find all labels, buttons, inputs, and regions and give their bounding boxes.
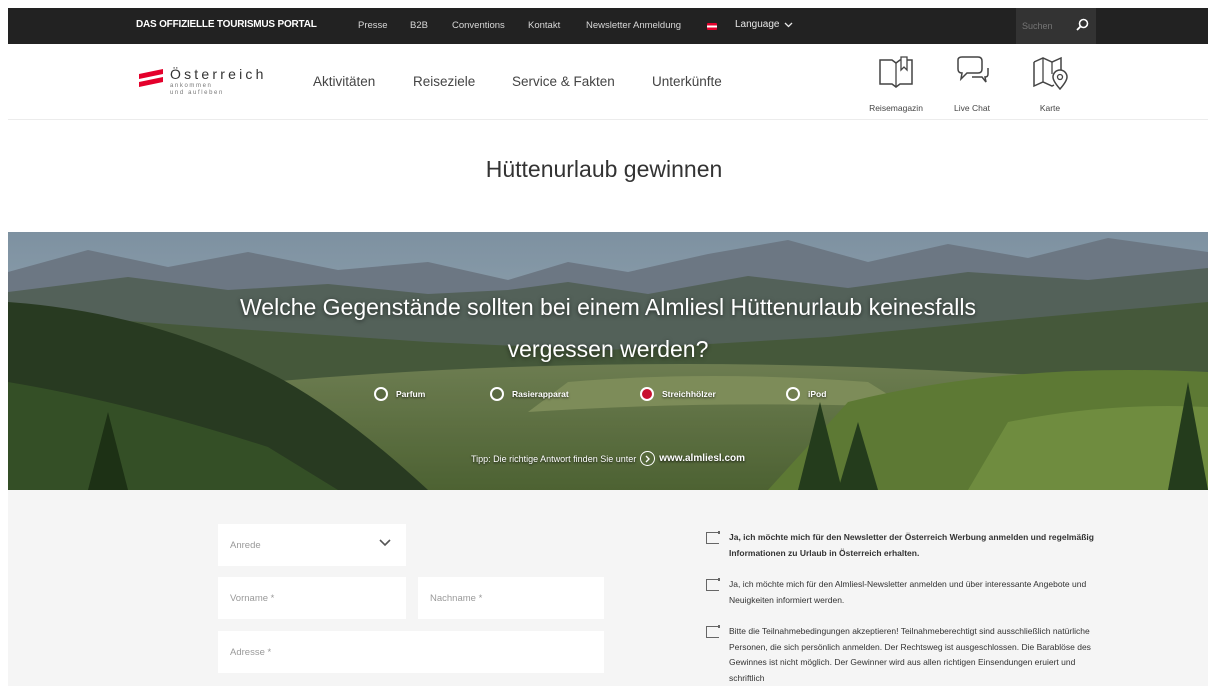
top-link-kontakt[interactable]: Kontakt: [528, 20, 560, 31]
tool-label-reisemagazin: Reisemagazin: [869, 103, 923, 113]
quiz-option-label: iPod: [808, 389, 827, 399]
chevron-down-icon: [784, 22, 792, 27]
lastname-field-wrapper: [418, 577, 604, 619]
logo-tagline: ankommen: [170, 83, 213, 89]
search-input[interactable]: [1022, 18, 1068, 34]
consent-text: Ja, ich möchte mich für den Newsletter d…: [729, 532, 1094, 558]
search-box: [1016, 8, 1096, 44]
tool-reisemagazin[interactable]: Reisemagazin: [862, 44, 930, 120]
radio-button-selected[interactable]: [640, 387, 654, 401]
quiz-option-rasierapparat[interactable]: Rasierapparat: [490, 387, 569, 401]
arrow-right-circle-icon: [640, 451, 656, 466]
austria-flag-icon: [707, 23, 717, 30]
nav-item-unterkuenfte[interactable]: Unterkünfte: [652, 74, 722, 89]
chevron-down-icon: [379, 539, 391, 547]
quiz-question: Welche Gegenstände sollten bei einem Alm…: [8, 286, 1208, 370]
checkbox[interactable]: [706, 531, 720, 544]
tip-text: Tipp: Die richtige Antwort finden Sie un…: [470, 453, 637, 464]
logo-tagline-2: und aufleben: [170, 90, 224, 96]
quiz-hero: Welche Gegenstände sollten bei einem Alm…: [8, 232, 1208, 490]
main-navigation: Österreich ankommen und aufleben Aktivit…: [8, 44, 1208, 120]
top-bar: DAS OFFIZIELLE TOURISMUS PORTAL Presse B…: [8, 8, 1208, 44]
checkbox[interactable]: [706, 625, 720, 638]
tip-link[interactable]: www.almliesl.com: [659, 453, 745, 464]
nav-item-aktivitaeten[interactable]: Aktivitäten: [313, 74, 375, 89]
quiz-option-label: Rasierapparat: [512, 389, 569, 399]
search-icon[interactable]: [1074, 17, 1090, 33]
logo-name: Österreich: [170, 66, 267, 82]
firstname-field[interactable]: [230, 592, 406, 604]
consent-newsletter-almliesl[interactable]: Ja, ich möchte mich für den Almliesl-New…: [706, 577, 1109, 608]
consent-newsletter-oew[interactable]: Ja, ich möchte mich für den Newsletter d…: [706, 530, 1109, 561]
salutation-placeholder: Anrede: [230, 539, 261, 551]
top-link-b2b[interactable]: B2B: [410, 20, 428, 31]
radio-button[interactable]: [374, 387, 388, 401]
quiz-question-line-1: Welche Gegenstände sollten bei einem Alm…: [240, 294, 976, 320]
nav-item-service-fakten[interactable]: Service & Fakten: [512, 74, 615, 89]
firstname-field-wrapper: [218, 577, 406, 619]
tool-label-karte: Karte: [1039, 103, 1061, 113]
consent-terms[interactable]: Bitte die Teilnahmebedingungen akzeptier…: [706, 624, 1109, 686]
quiz-option-streichhoelzer[interactable]: Streichhölzer: [640, 387, 716, 401]
radio-button[interactable]: [786, 387, 800, 401]
address-field[interactable]: [230, 646, 604, 658]
entry-form-section: Anrede Ja, ich möchte mich für den Newsl…: [8, 490, 1208, 686]
austria-logo[interactable]: Österreich ankommen und aufleben: [138, 66, 288, 106]
tool-label-live-chat: Live Chat: [954, 103, 990, 113]
consent-text: Ja, ich möchte mich für den Almliesl-New…: [729, 579, 1087, 605]
top-link-newsletter[interactable]: Newsletter Anmeldung: [586, 20, 681, 31]
chat-icon: [957, 56, 989, 83]
checkbox[interactable]: [706, 578, 720, 591]
quiz-option-ipod[interactable]: iPod: [786, 387, 826, 401]
language-selector[interactable]: Language: [735, 19, 793, 30]
book-icon: [879, 56, 913, 88]
quiz-question-line-2: vergessen werden?: [507, 336, 709, 362]
address-field-wrapper: [218, 631, 604, 673]
lastname-field[interactable]: [430, 592, 604, 604]
quiz-tip: Tipp: Die richtige Antwort finden Sie un…: [8, 451, 1208, 466]
radio-button[interactable]: [490, 387, 504, 401]
language-label: Language: [735, 19, 780, 30]
quiz-option-label: Streichhölzer: [662, 389, 716, 399]
quiz-option-parfum[interactable]: Parfum: [374, 387, 425, 401]
page-title: Hüttenurlaub gewinnen: [485, 156, 723, 182]
tool-live-chat[interactable]: Live Chat: [938, 44, 1006, 120]
consent-text: Bitte die Teilnahmebedingungen akzeptier…: [729, 626, 1091, 683]
austria-logo-mark-icon: [139, 69, 163, 87]
portal-brand[interactable]: DAS OFFIZIELLE TOURISMUS PORTAL: [136, 19, 317, 30]
nav-item-reiseziele[interactable]: Reiseziele: [413, 74, 475, 89]
tool-karte[interactable]: Karte: [1016, 44, 1084, 120]
salutation-select[interactable]: Anrede: [218, 524, 406, 566]
top-link-presse[interactable]: Presse: [358, 20, 388, 31]
quiz-option-label: Parfum: [396, 389, 426, 399]
top-link-conventions[interactable]: Conventions: [452, 20, 505, 31]
map-icon: [1033, 56, 1068, 90]
